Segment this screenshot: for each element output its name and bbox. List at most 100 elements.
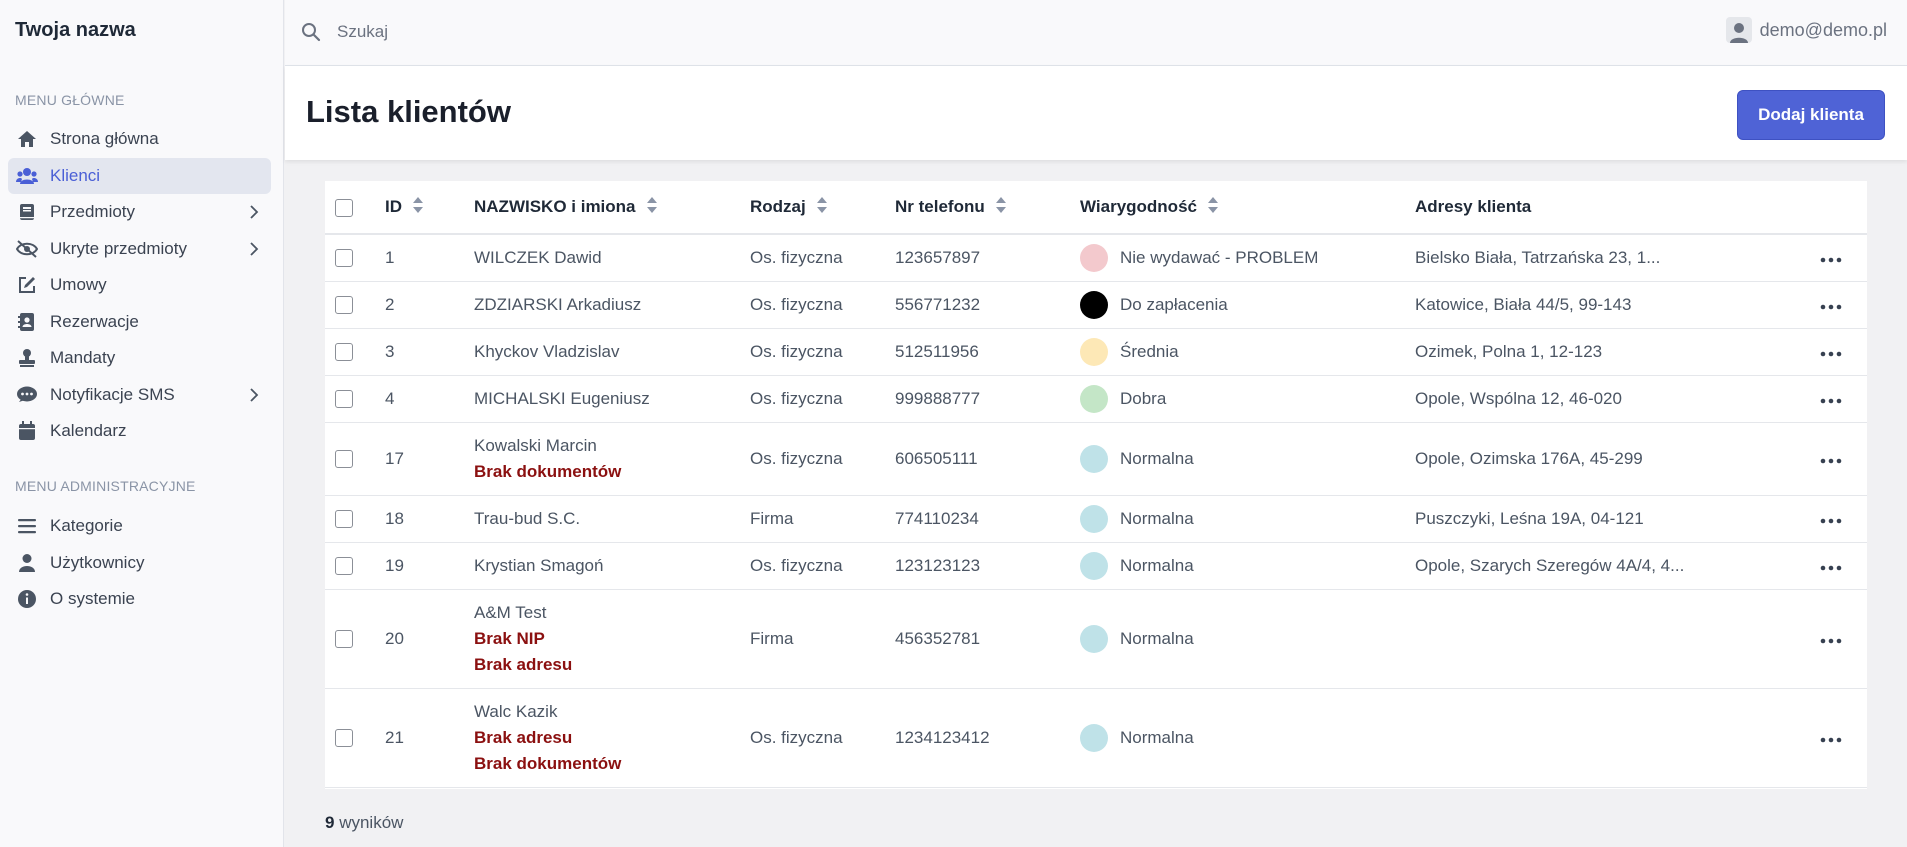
cell-type: Os. fizyczna: [750, 375, 895, 423]
credibility-label: Normalna: [1120, 508, 1194, 528]
more-actions-icon[interactable]: [1820, 629, 1842, 649]
cell-address: Katowice, Biała 44/5, 99-143: [1415, 281, 1795, 329]
avatar: [1725, 17, 1752, 43]
cell-type: Firma: [750, 495, 895, 543]
address-book-icon: [16, 311, 38, 333]
sidebar-item-umowy[interactable]: Umowy: [8, 267, 271, 303]
more-actions-icon[interactable]: [1820, 449, 1842, 469]
cell-phone: 1234123412: [895, 688, 1080, 788]
more-actions-icon[interactable]: [1820, 509, 1842, 529]
cell-name: Krystian Smagoń: [474, 542, 750, 590]
cell-id: 3: [385, 328, 474, 376]
column-header-type[interactable]: Rodzaj: [750, 181, 895, 235]
client-name: Khyckov Vladzislav: [474, 341, 620, 361]
sidebar-item-ukryte-przedmioty[interactable]: Ukryte przedmioty: [8, 231, 271, 267]
more-actions-icon[interactable]: [1820, 556, 1842, 576]
credibility-color-dot: [1080, 723, 1108, 752]
more-actions-icon[interactable]: [1820, 248, 1842, 268]
row-checkbox[interactable]: [335, 450, 353, 469]
client-name: ZDZIARSKI Arkadiusz: [474, 294, 642, 314]
table-row[interactable]: 4 MICHALSKI Eugeniusz Os. fizyczna 99988877…: [325, 375, 1867, 423]
table-row[interactable]: 1 WILCZEK Dawid Os. fizyczna 123657897 Nie w…: [325, 234, 1867, 282]
credibility-label: Średnia: [1120, 341, 1179, 361]
sidebar-item-przedmioty[interactable]: Przedmioty: [8, 194, 271, 230]
table-row[interactable]: 20 A&M Test Brak NIP Brak adresu Firma 456352…: [325, 589, 1867, 689]
credibility-color-dot: [1080, 551, 1108, 580]
sidebar-item-o-systemie[interactable]: O systemie: [8, 581, 271, 617]
column-header-name[interactable]: NAZWISKO i imiona: [474, 181, 750, 235]
cell-credibility: Dobra: [1080, 375, 1415, 423]
table-row[interactable]: 3 Khyckov Vladzislav Os. fizyczna 512511956…: [325, 328, 1867, 376]
sidebar-item-label: Kalendarz: [50, 421, 127, 440]
row-checkbox[interactable]: [335, 343, 353, 362]
cell-type: Os. fizyczna: [750, 234, 895, 282]
more-actions-icon[interactable]: [1820, 728, 1842, 748]
search-input[interactable]: [337, 18, 637, 46]
chevron-right-icon: [245, 203, 263, 221]
more-actions-icon[interactable]: [1820, 342, 1842, 362]
eye-slash-icon: [16, 238, 38, 260]
warning-label: Brak NIP: [474, 628, 545, 648]
cell-credibility: Normalna: [1080, 542, 1415, 590]
home-icon: [16, 128, 38, 150]
sidebar-item-label: Mandaty: [50, 348, 116, 367]
table-row[interactable]: 21 Walc Kazik Brak adresu Brak dokumentów Os…: [325, 688, 1867, 788]
credibility-label: Normalna: [1120, 727, 1194, 747]
cell-credibility: Do zapłacenia: [1080, 281, 1415, 329]
sidebar-item-uzytkownicy[interactable]: Użytkownicy: [8, 545, 271, 581]
column-header-phone[interactable]: Nr telefonu: [895, 181, 1080, 235]
topbar: demo@demo.pl: [285, 0, 1907, 66]
sidebar-item-mandaty[interactable]: Mandaty: [8, 340, 271, 376]
sidebar-item-kalendarz[interactable]: Kalendarz: [8, 413, 271, 449]
row-checkbox[interactable]: [335, 249, 353, 268]
sidebar-item-strona-glowna[interactable]: Strona główna: [8, 121, 271, 157]
cell-phone: 606505111: [895, 422, 1080, 496]
users-icon: [16, 165, 38, 187]
row-checkbox[interactable]: [335, 729, 353, 748]
info-icon: [16, 588, 38, 610]
cell-id: 17: [385, 422, 474, 496]
chevron-right-icon: [245, 386, 263, 404]
table-row[interactable]: 19 Krystian Smagoń Os. fizyczna 123123123 No…: [325, 542, 1867, 590]
row-checkbox[interactable]: [335, 630, 353, 649]
credibility-color-dot: [1080, 337, 1108, 366]
cell-type: Firma: [750, 589, 895, 689]
user-avatar-icon: [1729, 23, 1748, 43]
credibility-label: Nie wydawać - PROBLEM: [1120, 247, 1319, 267]
sidebar-item-klienci[interactable]: Klienci: [8, 157, 271, 194]
warning-label: Brak adresu: [474, 654, 573, 674]
cell-type: Os. fizyczna: [750, 281, 895, 329]
table-row[interactable]: 17 Kowalski Marcin Brak dokumentów Os. fizy…: [325, 422, 1867, 496]
credibility-color-dot: [1080, 504, 1108, 533]
table-row[interactable]: 2 ZDZIARSKI Arkadiusz Os. fizyczna 55677123…: [325, 281, 1867, 329]
cell-address: Opole, Szarych Szeregów 4A/4, 4...: [1415, 542, 1795, 590]
sort-icon: [1207, 196, 1219, 219]
row-checkbox[interactable]: [335, 296, 353, 315]
sidebar-item-kategorie[interactable]: Kategorie: [8, 508, 271, 544]
more-actions-icon[interactable]: [1820, 295, 1842, 315]
sidebar-item-label: Notyfikacje SMS: [50, 384, 175, 404]
column-header-credibility[interactable]: Wiarygodność: [1080, 181, 1415, 235]
table-row[interactable]: 18 Trau-bud S.C. Firma 774110234 Normalna Pus…: [325, 495, 1867, 543]
client-name: Trau-bud S.C.: [474, 508, 581, 528]
credibility-label: Normalna: [1120, 555, 1194, 575]
sort-icon: [816, 196, 828, 219]
user-menu[interactable]: demo@demo.pl: [1725, 17, 1887, 43]
column-label: Nr telefonu: [895, 196, 985, 216]
column-header-id[interactable]: ID: [385, 181, 474, 235]
cell-phone: 999888777: [895, 375, 1080, 423]
calendar-icon: [16, 420, 38, 442]
cell-phone: 123657897: [895, 234, 1080, 282]
select-all-checkbox[interactable]: [335, 198, 353, 217]
stamp-icon: [16, 347, 38, 369]
more-actions-icon[interactable]: [1820, 389, 1842, 409]
sidebar-item-notyfikacje-sms[interactable]: Notyfikacje SMS: [8, 377, 271, 413]
row-checkbox[interactable]: [335, 557, 353, 576]
row-checkbox[interactable]: [335, 390, 353, 409]
sidebar-item-rezerwacje[interactable]: Rezerwacje: [8, 304, 271, 340]
row-checkbox[interactable]: [335, 510, 353, 529]
sidebar-item-label: O systemie: [50, 589, 136, 608]
table-header-row: ID NAZWISKO i imiona Rodzaj Nr telefonu …: [325, 181, 1867, 235]
add-client-button[interactable]: Dodaj klienta: [1737, 90, 1885, 140]
cell-phone: 512511956: [895, 328, 1080, 376]
